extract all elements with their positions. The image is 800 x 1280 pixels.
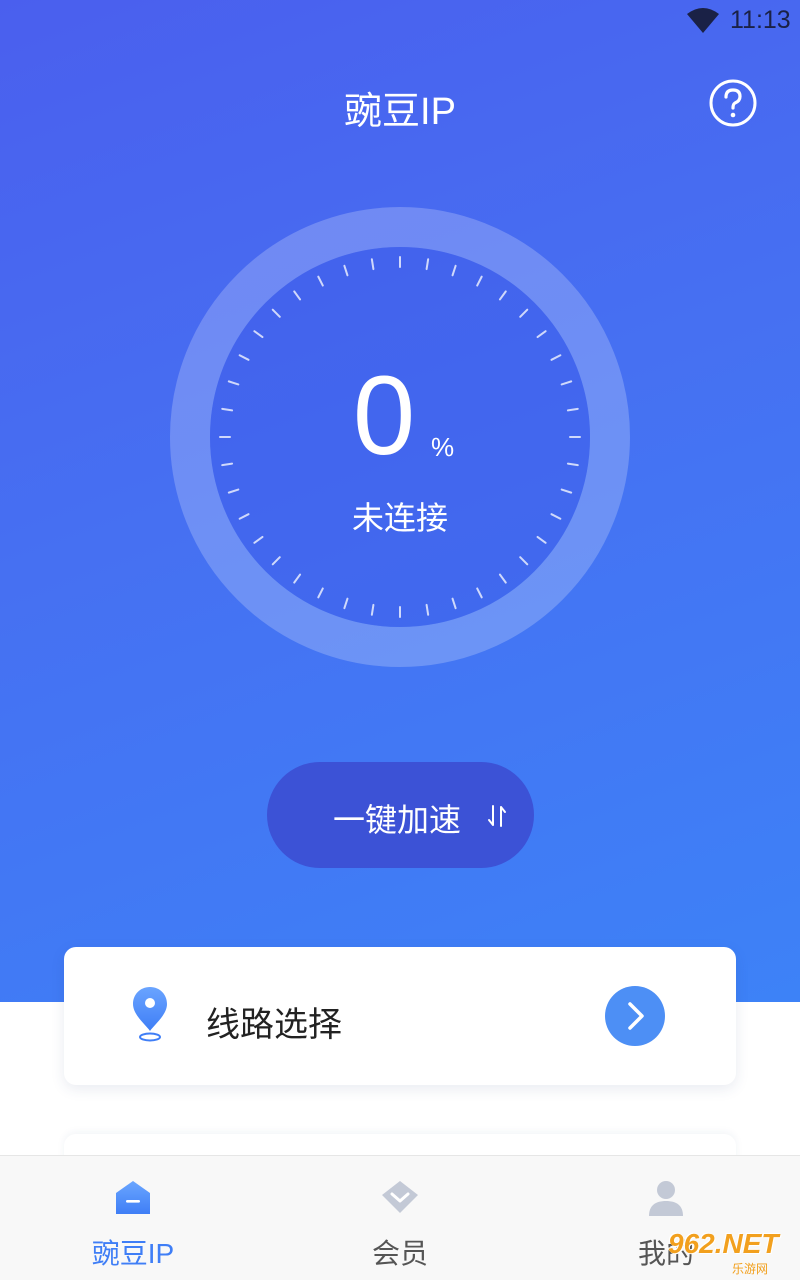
watermark-main: 962.NET (668, 1228, 779, 1259)
diamond-icon (382, 1181, 418, 1213)
route-select-label: 线路选择 (206, 1005, 342, 1045)
user-icon (649, 1181, 683, 1216)
page-title: 豌豆IP (344, 91, 456, 133)
location-pin-icon (133, 987, 167, 1042)
connection-status: 未连接 (351, 499, 448, 537)
nav-label-home: 豌豆IP (91, 1238, 175, 1269)
app-bar: 豌豆IP (0, 60, 800, 150)
status-bar: 11:13 (0, 0, 800, 44)
home-icon (116, 1181, 150, 1214)
percent-value: 0 (352, 353, 416, 478)
boost-label: 一键加速 (333, 801, 462, 839)
chevron-right-icon[interactable] (604, 985, 666, 1047)
boost-arrows-icon (488, 805, 506, 827)
nav-item-vip[interactable]: 会员 (300, 1156, 500, 1280)
boost-button[interactable]: 一键加速 (267, 762, 534, 868)
nav-label-vip: 会员 (371, 1237, 428, 1270)
watermark-sub: 乐游网 (732, 1262, 769, 1276)
help-icon[interactable] (708, 78, 758, 128)
status-time: 11:13 (730, 6, 791, 34)
percent-unit: % (431, 432, 455, 462)
nav-item-home[interactable]: 豌豆IP (33, 1156, 233, 1280)
watermark-logo: 962.NET 乐游网 (668, 1228, 798, 1276)
route-select-card[interactable]: 线路选择 (64, 947, 736, 1085)
wifi-icon (687, 8, 719, 33)
